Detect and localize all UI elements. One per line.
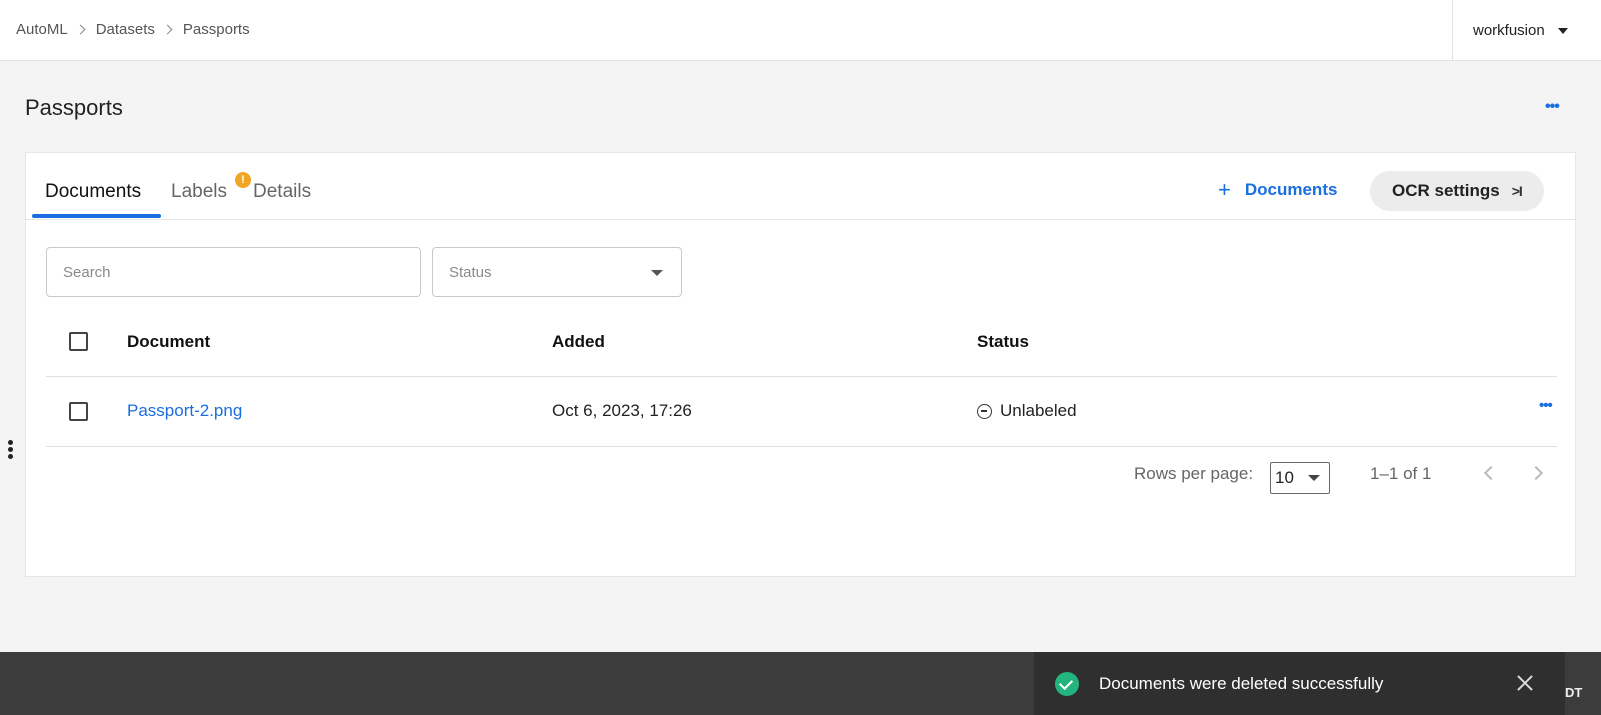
collapse-right-icon: >I bbox=[1511, 183, 1523, 199]
breadcrumb-automl[interactable]: AutoML bbox=[16, 21, 68, 38]
breadcrumb-datasets[interactable]: Datasets bbox=[96, 21, 155, 38]
search-input[interactable] bbox=[46, 247, 421, 297]
caret-down-icon bbox=[651, 270, 663, 276]
caret-down-icon bbox=[1557, 27, 1568, 34]
pagination-range: 1–1 of 1 bbox=[1370, 464, 1432, 483]
column-header-status[interactable]: Status bbox=[977, 332, 1029, 352]
success-toast: Documents were deleted successfully bbox=[1034, 652, 1565, 715]
top-bar: AutoML Datasets Passports workfusion bbox=[0, 0, 1601, 61]
table-header: Document Added Status bbox=[46, 307, 1557, 377]
breadcrumb-current: Passports bbox=[182, 21, 250, 38]
dataset-card: Documents Labels ! Details + Documents O… bbox=[25, 152, 1576, 577]
rows-per-page-value: 10 bbox=[1275, 468, 1294, 487]
document-link[interactable]: Passport-2.png bbox=[127, 401, 242, 421]
close-icon[interactable] bbox=[1516, 674, 1534, 692]
bottom-bar-edge-text: DT bbox=[1565, 685, 1583, 700]
pagination: Rows per page: 10 1–1 of 1 bbox=[26, 454, 1575, 494]
status-filter-placeholder: Status bbox=[449, 263, 492, 281]
table-row: Passport-2.png Oct 6, 2023, 17:26 Unlabe… bbox=[46, 377, 1557, 447]
add-documents-button[interactable]: + Documents bbox=[1218, 179, 1337, 201]
warning-badge-icon: ! bbox=[235, 172, 251, 188]
row-checkbox[interactable] bbox=[69, 402, 88, 421]
active-tab-indicator bbox=[32, 214, 161, 218]
minus-circle-icon bbox=[977, 403, 992, 419]
chevron-right-icon bbox=[162, 24, 173, 35]
status-filter-select[interactable]: Status bbox=[432, 247, 682, 297]
ocr-settings-button[interactable]: OCR settings >I bbox=[1370, 171, 1544, 211]
documents-table: Document Added Status Passport-2.png Oct… bbox=[46, 307, 1557, 447]
status-cell: Unlabeled bbox=[977, 401, 1077, 421]
page-title: Passports bbox=[25, 95, 123, 120]
rows-per-page-label: Rows per page: bbox=[1134, 464, 1254, 483]
select-all-checkbox[interactable] bbox=[69, 332, 88, 351]
toast-message: Documents were deleted successfully bbox=[1099, 673, 1384, 693]
column-header-document[interactable]: Document bbox=[127, 332, 210, 352]
rows-per-page-select[interactable]: 10 bbox=[1270, 462, 1330, 494]
add-documents-label: Documents bbox=[1244, 180, 1338, 199]
added-date: Oct 6, 2023, 17:26 bbox=[552, 401, 692, 420]
user-menu[interactable]: workfusion bbox=[1452, 0, 1601, 61]
caret-down-icon bbox=[1308, 475, 1320, 481]
chevron-right-icon bbox=[75, 24, 86, 35]
page-more-icon[interactable]: ••• bbox=[1545, 98, 1560, 116]
previous-page-icon[interactable] bbox=[1483, 465, 1499, 481]
plus-icon: + bbox=[1218, 177, 1231, 202]
breadcrumb: AutoML Datasets Passports bbox=[16, 21, 250, 38]
tab-documents[interactable]: Documents bbox=[45, 181, 141, 203]
row-more-icon[interactable]: ••• bbox=[1539, 397, 1553, 414]
tab-details[interactable]: Details bbox=[253, 181, 311, 203]
tabs-bar: Documents Labels ! Details + Documents O… bbox=[26, 153, 1575, 220]
next-page-icon[interactable] bbox=[1528, 465, 1544, 481]
side-panel-handle-icon[interactable] bbox=[8, 440, 13, 459]
check-circle-icon bbox=[1055, 671, 1079, 696]
tab-labels[interactable]: Labels bbox=[171, 181, 227, 203]
ocr-settings-label: OCR settings bbox=[1392, 181, 1500, 200]
user-menu-label: workfusion bbox=[1473, 22, 1545, 39]
column-header-added[interactable]: Added bbox=[552, 332, 605, 352]
status-label: Unlabeled bbox=[1000, 401, 1077, 420]
